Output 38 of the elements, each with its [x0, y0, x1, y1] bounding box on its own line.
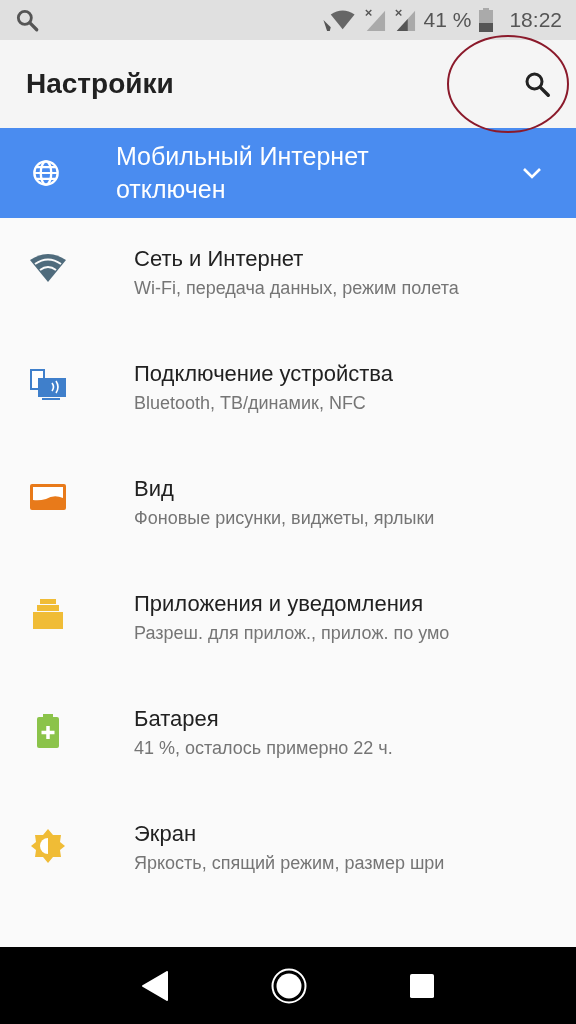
- back-button[interactable]: [141, 970, 168, 1001]
- settings-item[interactable]: Экран Яркость, спящий режим, размер шри: [0, 821, 576, 936]
- chevron-down-icon: [522, 167, 542, 179]
- item-title: Приложения и уведомления: [134, 591, 425, 617]
- brightness-icon: [31, 829, 65, 863]
- item-subtitle: Яркость, спящий режим, размер шри: [134, 853, 445, 874]
- settings-item[interactable]: Приложения и уведомления Разреш. для прилож., прилож. по умо: [0, 591, 576, 706]
- clock-time: 18:22: [509, 8, 562, 32]
- globe-icon: [32, 159, 60, 187]
- settings-item[interactable]: Сеть и Интернет Wi-Fi, передача данных, режим полета: [0, 246, 576, 361]
- settings-item[interactable]: Подключение устройства Bluetooth, ТВ/динамик, NFC: [0, 361, 576, 476]
- settings-item[interactable]: Батарея 41 %, осталось примерно 22 ч.: [0, 706, 576, 821]
- item-subtitle: Bluetooth, ТВ/динамик, NFC: [134, 393, 367, 414]
- battery-charge-icon: [37, 714, 59, 748]
- cell-signal-icon: [363, 9, 386, 31]
- home-button[interactable]: [271, 967, 307, 1004]
- item-subtitle: Разреш. для прилож., прилож. по умо: [134, 623, 450, 644]
- item-title: Подключение устройства: [134, 361, 393, 387]
- item-title: Батарея: [134, 706, 220, 732]
- recents-button[interactable]: [410, 973, 435, 998]
- cell-signal-icon: [393, 9, 416, 31]
- landscape-frame-icon: [30, 484, 66, 510]
- battery-percent: 41 %: [423, 8, 472, 32]
- item-title: Вид: [134, 476, 175, 502]
- item-subtitle: Wi-Fi, передача данных, режим полета: [134, 278, 459, 299]
- item-subtitle: Фоновые рисунки, виджеты, ярлыки: [134, 508, 435, 529]
- item-subtitle: 41 %, осталось примерно 22 ч.: [134, 738, 393, 759]
- item-title: Экран: [134, 821, 198, 847]
- stacked-boxes-icon: [33, 599, 63, 629]
- settings-item[interactable]: Вид Фоновые рисунки, виджеты, ярлыки: [0, 476, 576, 591]
- devices-icon: [30, 369, 66, 401]
- wifi-signal-icon: [321, 9, 356, 31]
- banner-text: Мобильный Интернет отключен: [116, 141, 370, 205]
- search-icon: [14, 7, 40, 33]
- battery-icon: [479, 8, 494, 32]
- wifi-icon: [30, 254, 66, 282]
- screen-title: Настройки: [26, 68, 174, 100]
- item-title: Сеть и Интернет: [134, 246, 305, 272]
